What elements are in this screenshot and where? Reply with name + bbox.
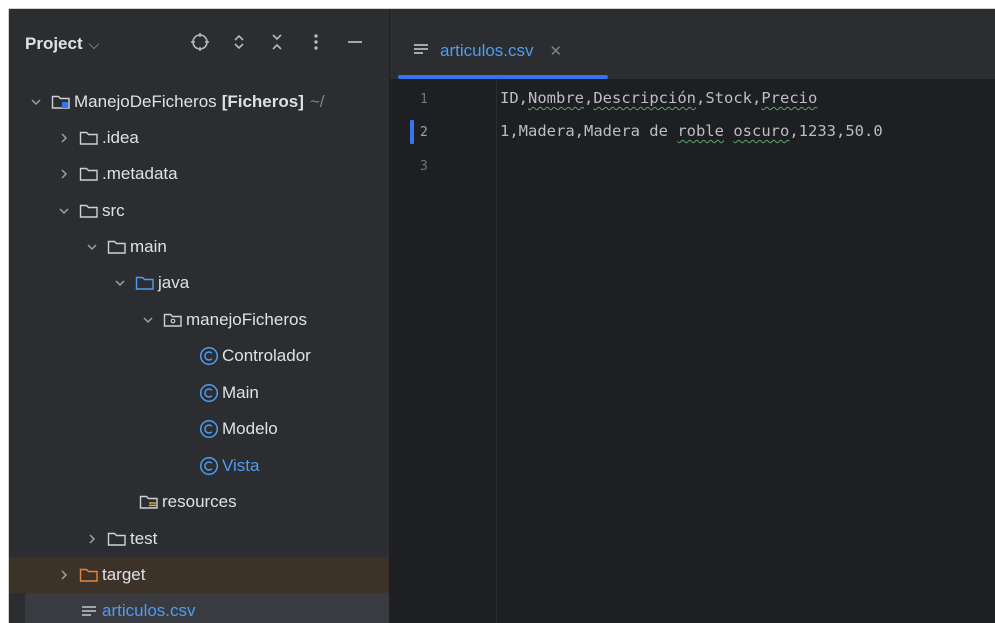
source-folder-icon (135, 274, 155, 292)
code-token-typo: oscuro (733, 122, 790, 140)
class-icon (199, 383, 219, 403)
code-token: ID, (500, 89, 528, 107)
project-path: ~/ (309, 92, 325, 111)
chevron-down-icon (141, 313, 155, 327)
chevron-down-icon: ⌵ (88, 35, 100, 52)
tree-item-vista[interactable]: Vista (9, 448, 389, 484)
tree-item-java[interactable]: java (9, 265, 389, 301)
tree-item-idea[interactable]: .idea (9, 120, 389, 156)
tree-item-label: target (102, 565, 146, 584)
chevron-down-icon (29, 95, 43, 109)
tree-item-metadata[interactable]: .metadata (9, 156, 389, 192)
tree-item-main-class[interactable]: Main (9, 375, 389, 411)
ide-window: Project ⌵ ManejoDeFicheros [Ficheros] ~/… (8, 8, 995, 623)
excluded-folder-icon (79, 566, 99, 584)
chevron-down-icon (57, 204, 71, 218)
text-file-icon (79, 602, 99, 620)
tab-articulos-csv[interactable]: articulos.csv ✕ (398, 29, 622, 73)
close-icon[interactable]: ✕ (550, 42, 563, 60)
resources-folder-icon (139, 493, 159, 511)
tree-item-label: test (130, 529, 158, 548)
code-token: ,Stock, (696, 89, 762, 107)
tree-item-project-root[interactable]: ManejoDeFicheros [Ficheros] ~/ (9, 84, 389, 120)
vcs-change-marker[interactable] (410, 120, 414, 144)
project-panel-header: Project ⌵ (9, 9, 389, 81)
chevron-right-icon (57, 131, 71, 145)
tab-label: articulos.csv (440, 41, 534, 60)
code-token: , (584, 89, 594, 107)
module-name: [Ficheros] (221, 92, 304, 111)
module-folder-icon (51, 93, 71, 111)
folder-icon (107, 238, 127, 256)
project-panel: Project ⌵ ManejoDeFicheros [Ficheros] ~/… (9, 9, 389, 623)
code-token: ,1233,50.0 (789, 122, 883, 140)
package-icon (163, 311, 183, 329)
tree-item-label: java (158, 273, 190, 292)
collapse-all-icon[interactable] (264, 29, 290, 55)
tree-item-label: manejoFicheros (186, 310, 307, 329)
tree-item-articulos-csv[interactable]: articulos.csv (25, 593, 389, 623)
chevron-right-icon (57, 568, 71, 582)
tree-item-label: resources (162, 492, 237, 511)
code-token: 1,Madera,Madera de (500, 122, 678, 140)
tree-item-label: ManejoDeFicheros (74, 92, 217, 111)
tree-item-main[interactable]: main (9, 229, 389, 265)
folder-icon (79, 165, 99, 183)
tree-item-controlador[interactable]: Controlador (9, 338, 389, 374)
chevron-down-icon (85, 240, 99, 254)
hide-panel-icon[interactable] (342, 29, 368, 55)
tree-item-label: Main (222, 383, 259, 402)
tree-item-label: src (102, 201, 125, 220)
tree-item-label: .idea (102, 128, 139, 147)
editor-tab-bar: articulos.csv ✕ (390, 9, 995, 80)
chevron-right-icon (57, 167, 71, 181)
tree-item-label: .metadata (102, 164, 178, 183)
class-icon (199, 346, 219, 366)
tree-item-test[interactable]: test (9, 521, 389, 557)
class-icon (199, 456, 219, 476)
chevron-down-icon (113, 276, 127, 290)
editor-area: articulos.csv ✕ 1 2 3 ID,Nombre,Descripc… (390, 9, 995, 623)
tree-item-label: Vista (222, 456, 260, 475)
code-token-typo: roble (677, 122, 724, 140)
folder-icon (79, 129, 99, 147)
locate-icon[interactable] (187, 29, 213, 55)
tree-item-label: Modelo (222, 419, 278, 438)
code-line-2[interactable]: 1,Madera,Madera de roble oscuro,1233,50.… (500, 122, 883, 140)
tree-item-target[interactable]: target (9, 557, 389, 593)
chevron-right-icon (85, 532, 99, 546)
code-token-typo: Nombre (528, 89, 584, 107)
expand-all-icon[interactable] (226, 29, 252, 55)
folder-icon (107, 530, 127, 548)
tree-item-src[interactable]: src (9, 193, 389, 229)
project-view-selector[interactable]: Project ⌵ (25, 34, 99, 54)
text-file-icon (412, 41, 430, 61)
tree-item-package[interactable]: manejoFicheros (9, 302, 389, 338)
code-token-typo: Precio (761, 89, 818, 107)
class-icon (199, 419, 219, 439)
tree-item-label: main (130, 237, 167, 256)
code-token-typo: Descripción (593, 89, 696, 107)
folder-icon (79, 202, 99, 220)
line-number: 3 (420, 159, 428, 174)
tree-item-resources[interactable]: resources (9, 484, 389, 520)
options-icon[interactable] (303, 29, 329, 55)
tree-item-label: articulos.csv (102, 601, 196, 620)
tree-item-label: Controlador (222, 346, 311, 365)
project-title: Project (25, 34, 83, 53)
code-line-1[interactable]: ID,Nombre,Descripción,Stock,Precio (500, 89, 817, 107)
tree-item-modelo[interactable]: Modelo (9, 411, 389, 447)
line-number: 1 (420, 92, 428, 107)
line-number: 2 (420, 125, 428, 140)
